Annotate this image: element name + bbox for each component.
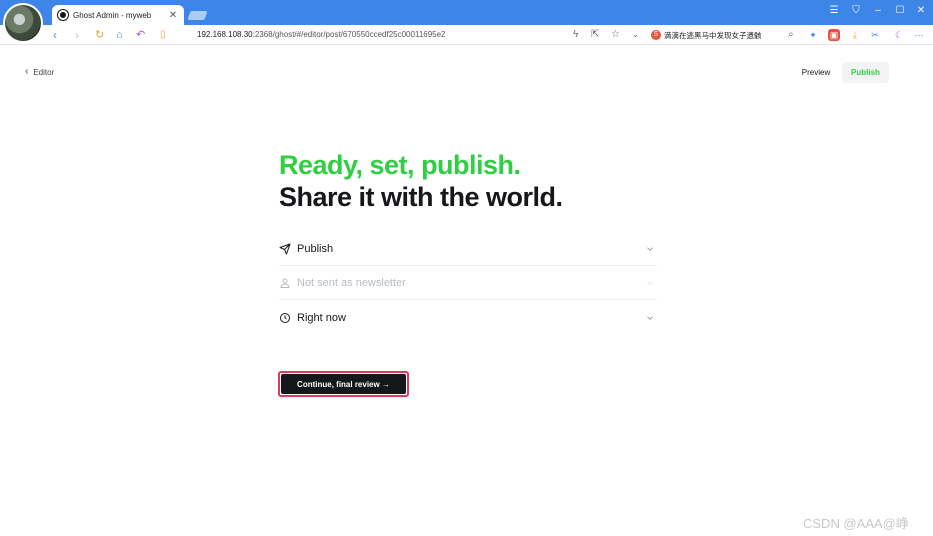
chevron-left-icon: ‹ <box>25 66 29 77</box>
more-icon[interactable]: ⋯ <box>913 29 925 41</box>
continue-label: Continue, final review → <box>281 374 406 394</box>
publish-heading-dark: Share it with the world. <box>279 182 563 212</box>
share-icon[interactable]: ⇱ <box>591 28 599 42</box>
download-icon[interactable]: ⤓ <box>849 29 861 41</box>
undo-icon[interactable]: ↶ <box>136 27 145 43</box>
option-label: Right now <box>297 311 346 324</box>
schedule-option[interactable]: Right now <box>279 301 657 334</box>
search-engine-icon: S <box>651 30 661 40</box>
user-icon <box>280 278 290 288</box>
browser-tab[interactable]: Ghost Admin - myweb ✕ <box>52 5 184 25</box>
chevron-down-icon <box>647 281 653 285</box>
forward-icon[interactable]: › <box>75 27 79 43</box>
clock-icon <box>280 312 290 323</box>
moon-icon[interactable]: ☾ <box>893 29 905 41</box>
scissors-icon[interactable]: ✂ <box>869 29 881 41</box>
publish-heading-green: Ready, set, publish. <box>279 150 521 180</box>
option-label: Publish <box>297 243 334 255</box>
maximize-icon[interactable]: ☐ <box>893 4 907 18</box>
back-icon[interactable]: ‹ <box>53 27 57 43</box>
address-path: :2368/ghost/#/editor/post/670550ccedf25c… <box>252 30 446 39</box>
newsletter-option: Not sent as newsletter <box>279 267 657 300</box>
preview-button[interactable]: Preview <box>794 62 838 83</box>
send-icon <box>279 243 291 255</box>
star-icon[interactable]: ☆ <box>611 28 620 42</box>
publish-button[interactable]: Publish <box>842 62 889 83</box>
chevron-down-icon[interactable]: ⌄ <box>632 28 639 42</box>
browser-toolbar: ‹ › ↻ ⌂ ↶ ▯ 192.168.108.30:2368/ghost/#/… <box>0 25 933 45</box>
lightning-icon[interactable]: ϟ <box>573 28 578 42</box>
search-text: 滴滴在逃黑马中发现女子遗骸 <box>664 30 762 40</box>
address-host: 192.168.108.30 <box>197 30 253 39</box>
minimize-icon[interactable]: – <box>871 4 885 18</box>
tab-title: Ghost Admin - myweb <box>73 10 152 20</box>
address-bar[interactable]: 192.168.108.30:2368/ghost/#/editor/post/… <box>197 28 446 42</box>
back-label: Editor <box>33 67 55 77</box>
profile-avatar[interactable] <box>3 3 43 43</box>
search-icon[interactable]: ⌕ <box>788 28 794 42</box>
window-close-icon[interactable]: ✕ <box>914 4 928 18</box>
search-suggestion[interactable]: S 滴滴在逃黑马中发现女子遗骸 <box>651 28 762 42</box>
refresh-icon[interactable]: ↻ <box>95 27 104 43</box>
chevron-down-icon <box>647 247 653 251</box>
continue-final-review-button[interactable]: Continue, final review → <box>278 371 409 397</box>
extension-red-icon[interactable]: ▣ <box>828 29 840 41</box>
browser-titlebar: Ghost Admin - myweb ✕ ☰ ⛉ – ☐ ✕ <box>0 0 933 25</box>
csdn-watermark: CSDN @AAA@峥 <box>803 516 909 531</box>
shield-icon[interactable]: ⛉ <box>849 4 863 18</box>
tab-close-icon[interactable]: ✕ <box>168 10 178 21</box>
menu-icon[interactable]: ☰ <box>827 4 841 18</box>
ghost-favicon-icon <box>58 10 68 20</box>
publish-type-option[interactable]: Publish <box>279 233 657 266</box>
option-label: Not sent as newsletter <box>297 277 406 289</box>
new-tab-button[interactable] <box>187 11 208 20</box>
reader-icon[interactable]: ▯ <box>160 27 166 43</box>
back-to-editor-link[interactable]: ‹ Editor <box>25 67 54 77</box>
home-icon[interactable]: ⌂ <box>116 27 123 43</box>
extension-bird-icon[interactable]: ✦ <box>807 29 819 41</box>
chevron-down-icon <box>647 315 653 320</box>
